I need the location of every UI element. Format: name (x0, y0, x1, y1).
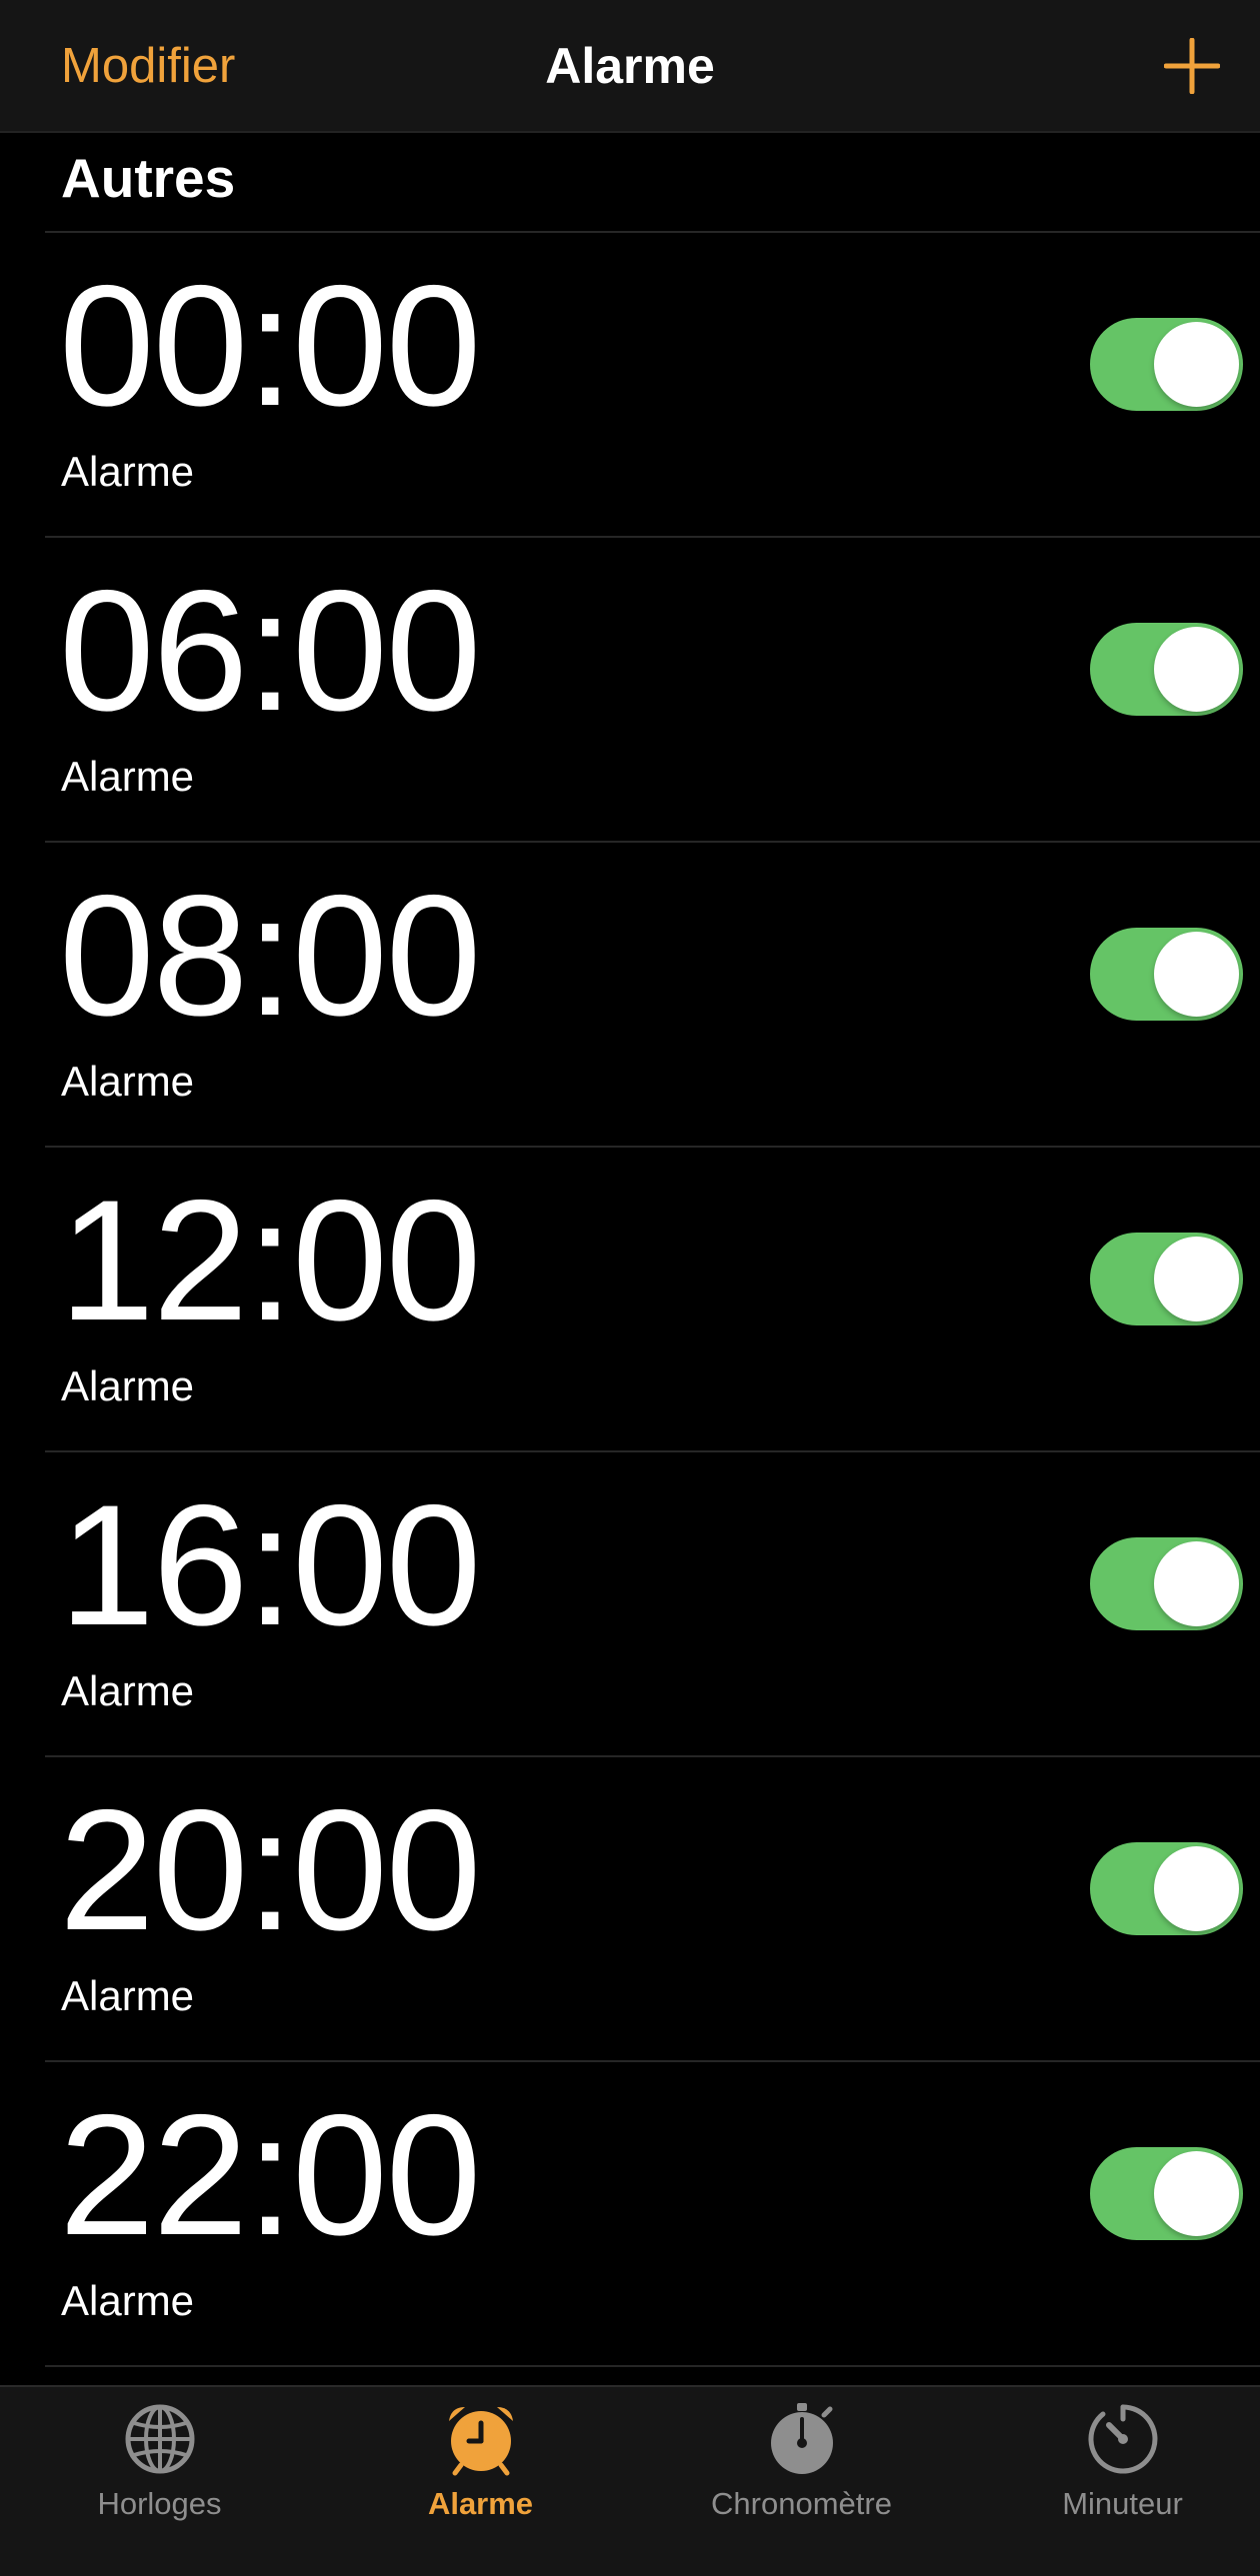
toggle-knob (1154, 627, 1239, 712)
alarm-time: 16:00 (59, 1469, 481, 1661)
alarm-label: Alarme (61, 1058, 195, 1105)
alarm-label: Alarme (61, 1972, 195, 2019)
alarm-time: 12:00 (59, 1165, 481, 1356)
alarm-label: Alarme (61, 1362, 195, 1409)
timer-icon (1087, 2404, 1157, 2474)
alarm-toggle[interactable] (1090, 1233, 1243, 1325)
tab-horloges[interactable]: Horloges (2, 2401, 317, 2551)
plus-icon[interactable] (1163, 37, 1221, 95)
alarm-clock-icon (448, 2407, 513, 2476)
toggle-knob (1154, 1541, 1239, 1626)
alarm-toggle[interactable] (1090, 623, 1243, 716)
alarm-toggle[interactable] (1090, 1842, 1243, 1935)
add-alarm-button[interactable] (1163, 37, 1221, 95)
tab-label: Chronomètre (711, 2486, 892, 2521)
alarm-time: 20:00 (59, 1774, 481, 1966)
alarm-row[interactable]: 00:00 Alarme (45, 233, 1260, 538)
alarm-row[interactable]: 22:00 Alarme (45, 2062, 1260, 2367)
alarm-label: Alarme (61, 2277, 195, 2324)
toggle-knob (1154, 1846, 1239, 1931)
alarm-screen: Modifier Alarme Autres 00:00 Alarme 06:0… (0, 0, 1260, 2576)
alarm-row[interactable]: 08:00 Alarme (45, 843, 1260, 1148)
alarm-row[interactable]: 12:00 Alarme (45, 1148, 1260, 1452)
alarm-time: 22:00 (59, 2079, 481, 2271)
tab-label: Horloges (97, 2486, 222, 2521)
alarm-label: Alarme (61, 1667, 195, 1714)
alarm-toggle[interactable] (1090, 318, 1243, 411)
globe-icon (125, 2404, 194, 2474)
toggle-knob (1154, 932, 1239, 1017)
alarm-time: 06:00 (59, 555, 481, 747)
tab-chronometre[interactable]: Chronomètre (644, 2401, 959, 2551)
navigation-bar: Modifier Alarme (0, 0, 1260, 133)
alarm-row[interactable]: 16:00 Alarme (45, 1452, 1260, 1757)
tab-label: Alarme (427, 2486, 534, 2521)
alarm-row[interactable]: 06:00 Alarme (45, 538, 1260, 843)
alarm-time: 00:00 (59, 250, 481, 442)
edit-button[interactable]: Modifier (61, 36, 235, 96)
alarm-toggle[interactable] (1090, 1537, 1243, 1630)
alarm-time: 08:00 (59, 860, 481, 1052)
toggle-knob (1154, 1237, 1239, 1321)
toggle-knob (1154, 322, 1239, 407)
tab-alarme[interactable]: Alarme (323, 2401, 638, 2551)
stopwatch-icon (770, 2403, 833, 2474)
tab-label: Minuteur (1062, 2486, 1183, 2521)
toggle-knob (1154, 2151, 1239, 2236)
tab-bar: Horloges Alarme Chronomètre Minuteur (0, 2385, 1260, 2576)
alarm-toggle[interactable] (1090, 2147, 1243, 2240)
alarm-row[interactable]: 20:00 Alarme (45, 1757, 1260, 2062)
alarm-label: Alarme (61, 753, 195, 800)
section-header: Autres (61, 147, 236, 209)
tab-minuteur[interactable]: Minuteur (965, 2401, 1260, 2551)
alarm-list: 00:00 Alarme 06:00 Alarme 08:00 Alarme 1… (0, 233, 1260, 2367)
alarm-toggle[interactable] (1090, 928, 1243, 1021)
alarm-label: Alarme (61, 448, 195, 495)
